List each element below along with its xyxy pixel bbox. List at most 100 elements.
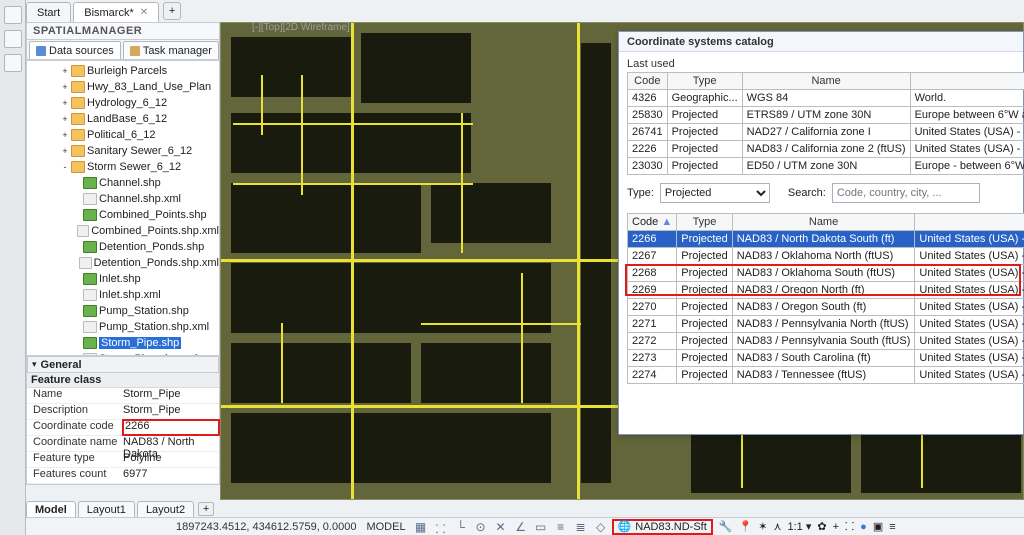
col-type[interactable]: Type [677,214,732,231]
property-row: Coordinate code2266 [27,420,219,436]
scale-indicator[interactable]: 1:1 ▾ [788,520,812,533]
tree-node[interactable]: Detention_Ponds.shp [27,239,219,255]
table-row[interactable]: 2270ProjectedNAD83 / Oregon South (ft)Un… [628,299,1024,316]
table-row[interactable]: 2274ProjectedNAD83 / Tennessee (ftUS)Uni… [628,367,1024,384]
search-input[interactable] [832,183,980,203]
tree-node[interactable]: Detention_Ponds.shp.xml [27,255,219,271]
tab-layout2[interactable]: Layout2 [137,501,194,517]
tree-node[interactable]: +Burleigh Parcels [27,63,219,79]
tree-node[interactable]: +Political_6_12 [27,127,219,143]
person-icon[interactable]: ⋏ [773,520,781,533]
type-label: Type: [627,187,654,199]
crs-name: NAD83.ND-Sft [635,521,707,533]
tree-node[interactable]: Pump_Station.shp [27,303,219,319]
property-row: Features count6977 [27,468,219,484]
col-name[interactable]: Name [742,73,910,90]
table-row[interactable]: 2266ProjectedNAD83 / North Dakota South … [628,231,1024,248]
star-icon[interactable]: ✶ [758,520,767,533]
tab-model[interactable]: Model [26,501,76,517]
polar-icon[interactable]: ⊙ [474,520,488,534]
tree-node[interactable]: Channel.shp [27,175,219,191]
left-tool-2[interactable] [4,30,22,48]
osnap-icon[interactable]: ∠ [514,520,528,534]
col-code[interactable]: Code ▲ [628,214,677,231]
property-row: NameStorm_Pipe [27,388,219,404]
tree-node[interactable]: +Hwy_83_Land_Use_Plan [27,79,219,95]
table-row[interactable]: 2271ProjectedNAD83 / Pennsylvania North … [628,316,1024,333]
tab-file[interactable]: Bismarck* ✕ [73,2,159,22]
tree-node[interactable]: Inlet.shp.xml [27,287,219,303]
col-type[interactable]: Type [667,73,742,90]
section-feature-class[interactable]: Feature class [27,373,219,388]
status-bar: 1897243.4512, 434612.5759, 0.0000 MODEL … [26,517,1024,535]
new-tab-button[interactable]: + [163,2,181,20]
col-area[interactable] [915,214,1024,231]
tree-node[interactable]: -Storm Sewer_6_12 [27,159,219,175]
table-row[interactable]: 26741ProjectedNAD27 / California zone IU… [628,124,1024,141]
tree-node[interactable]: +LandBase_6_12 [27,111,219,127]
tree-node[interactable]: Inlet.shp [27,271,219,287]
globe-icon: 🌐 [618,520,632,533]
pin-icon[interactable]: 📍 [739,520,753,533]
isoplane-icon[interactable]: ✕ [494,520,508,534]
left-tool-3[interactable] [4,54,22,72]
left-tool-1[interactable] [4,6,22,24]
customize-icon[interactable]: ⸬ [845,519,854,534]
table-row[interactable]: 2267ProjectedNAD83 / Oklahoma North (ftU… [628,248,1024,265]
plus-icon[interactable]: + [833,521,839,533]
crs-indicator[interactable]: 🌐 NAD83.ND-Sft [612,519,713,535]
tab-label: Model [35,504,67,516]
property-row: DescriptionStorm_Pipe [27,404,219,420]
col-code[interactable]: Code [628,73,668,90]
tree-node[interactable]: Channel.shp.xml [27,191,219,207]
tab-label: Bismarck* [84,7,134,19]
lineweight-icon[interactable]: ≣ [574,520,588,534]
table-row[interactable]: 2226ProjectedNAD83 / California zone 2 (… [628,141,1024,158]
snap-icon[interactable]: ⸬ [434,520,448,534]
grid-icon[interactable]: ▦ [414,520,428,534]
table-row[interactable]: 25830ProjectedETRS89 / UTM zone 30NEurop… [628,107,1024,124]
transparency-icon[interactable]: ◇ [594,520,608,534]
wrench-icon[interactable]: 🔧 [719,520,733,533]
tree-node[interactable]: +Hydrology_6_12 [27,95,219,111]
sort-asc-icon: ▲ [661,216,672,228]
tree-node[interactable]: Combined_Points.shp.xml [27,223,219,239]
table-row[interactable]: 23030ProjectedED50 / UTM zone 30NEurope … [628,158,1024,175]
tree-node[interactable]: +Sanitary Sewer_6_12 [27,143,219,159]
data-source-tree[interactable]: +Burleigh Parcels+Hwy_83_Land_Use_Plan+H… [26,60,220,356]
col-name[interactable]: Name [732,214,915,231]
cloud-icon[interactable]: ● [860,521,867,533]
col-area[interactable] [910,73,1024,90]
viewport-hint[interactable]: [-][Top][2D Wireframe] [252,22,350,33]
property-row: Coordinate nameNAD83 / North Dakota [27,436,219,452]
gear-icon[interactable]: ✿ [817,520,826,533]
table-row[interactable]: 2272ProjectedNAD83 / Pennsylvania South … [628,333,1024,350]
section-general[interactable]: ▾General [27,357,219,373]
tab-label: Start [37,7,60,19]
results-table[interactable]: Code ▲ Type Name 2266ProjectedNAD83 / No… [627,213,1024,384]
table-row[interactable]: 2273ProjectedNAD83 / South Carolina (ft)… [628,350,1024,367]
tab-task-manager[interactable]: Task manager [123,41,219,59]
add-layout-button[interactable]: + [198,502,214,516]
otrack-icon[interactable]: ▭ [534,520,548,534]
coordinate-catalog-dialog: Coordinate systems catalog Last used Cod… [618,31,1024,435]
dyn-input-icon[interactable]: ≡ [554,520,568,534]
table-row[interactable]: 2269ProjectedNAD83 / Oregon North (ft)Un… [628,282,1024,299]
menu-icon[interactable]: ≡ [889,521,895,533]
type-select[interactable]: Projected [660,183,770,203]
last-used-table[interactable]: Code Type Name 4326Geographic...WGS 84Wo… [627,72,1024,175]
table-row[interactable]: 4326Geographic...WGS 84World. [628,90,1024,107]
last-used-label: Last used [619,52,1023,72]
chevron-down-icon: ▾ [32,359,37,370]
tree-node[interactable]: Pump_Station.shp.xml [27,319,219,335]
tab-layout1[interactable]: Layout1 [78,501,135,517]
space-indicator[interactable]: MODEL [366,521,405,533]
tab-data-sources[interactable]: Data sources [29,41,121,59]
close-icon[interactable]: ✕ [140,7,148,18]
layout-icon[interactable]: ▣ [873,520,883,533]
ortho-icon[interactable]: └ [454,520,468,534]
tree-node[interactable]: Combined_Points.shp [27,207,219,223]
tab-start[interactable]: Start [26,2,71,22]
table-row[interactable]: 2268ProjectedNAD83 / Oklahoma South (ftU… [628,265,1024,282]
tree-node[interactable]: Storm_Pipe.shp [27,335,219,351]
